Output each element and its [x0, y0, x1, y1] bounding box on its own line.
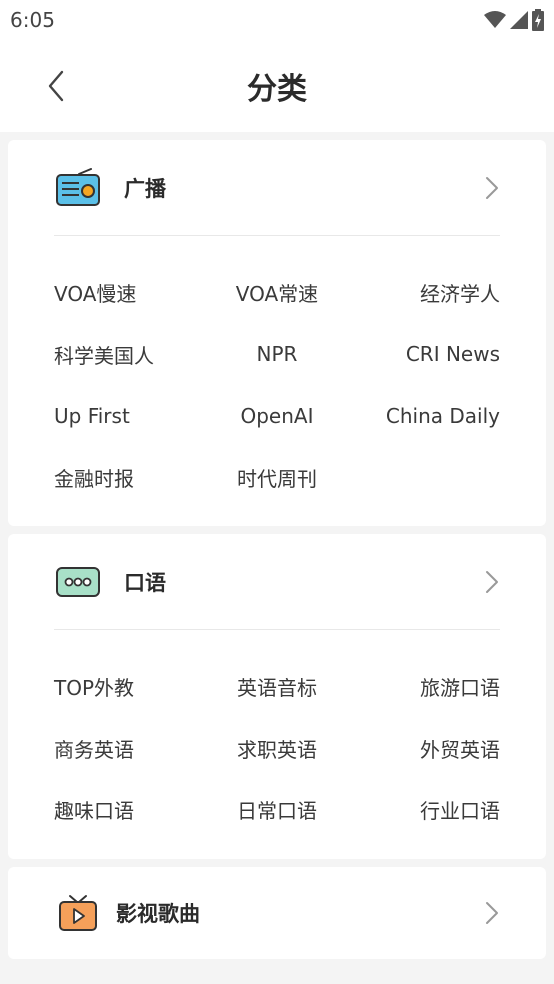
category-card-broadcast: 广播 VOA慢速 VOA常速 经济学人 科学美国人 NPR CRI News U… — [8, 140, 546, 526]
category-item[interactable]: 时代周刊 — [203, 447, 352, 509]
category-item[interactable]: 经济学人 — [351, 262, 500, 324]
category-item[interactable]: China Daily — [351, 385, 500, 447]
back-button[interactable] — [36, 64, 76, 108]
nav-bar: 分类 — [0, 40, 554, 132]
category-item[interactable]: 旅游口语 — [351, 656, 500, 718]
category-header-broadcast[interactable]: 广播 — [54, 140, 500, 236]
category-item[interactable]: OpenAI — [203, 385, 352, 447]
chevron-right-icon — [486, 177, 498, 199]
category-item[interactable]: 商务英语 — [54, 718, 203, 780]
status-bar: 6:05 — [0, 0, 554, 40]
page-title: 分类 — [247, 72, 307, 107]
chevron-left-icon — [48, 70, 64, 102]
chevron-right-icon — [486, 571, 498, 593]
tv-play-icon — [54, 889, 102, 937]
category-header-speaking[interactable]: 口语 — [54, 534, 500, 630]
category-item[interactable]: VOA常速 — [203, 262, 352, 324]
category-items: VOA慢速 VOA常速 经济学人 科学美国人 NPR CRI News Up F… — [54, 236, 500, 526]
battery-icon — [532, 9, 544, 31]
category-card-speaking: 口语 TOP外教 英语音标 旅游口语 商务英语 求职英语 外贸英语 趣味口语 日… — [8, 534, 546, 859]
category-item[interactable]: 外贸英语 — [351, 718, 500, 780]
status-time: 6:05 — [10, 8, 55, 32]
wifi-icon — [484, 11, 506, 28]
category-item[interactable]: 求职英语 — [203, 718, 352, 780]
category-list: 广播 VOA慢速 VOA常速 经济学人 科学美国人 NPR CRI News U… — [0, 132, 554, 959]
speech-bubble-icon — [54, 558, 102, 606]
category-item[interactable]: CRI News — [351, 324, 500, 386]
category-item[interactable]: Up First — [54, 385, 203, 447]
category-item[interactable]: 金融时报 — [54, 447, 203, 509]
category-title: 口语 — [124, 570, 166, 595]
category-item[interactable]: TOP外教 — [54, 656, 203, 718]
category-item[interactable]: 行业口语 — [351, 779, 500, 841]
category-header-film-songs[interactable]: 影视歌曲 — [54, 867, 500, 959]
category-item[interactable]: 英语音标 — [203, 656, 352, 718]
category-item[interactable]: NPR — [203, 324, 352, 386]
category-card-film-songs: 影视歌曲 — [8, 866, 546, 959]
category-title: 影视歌曲 — [116, 901, 200, 926]
category-item[interactable]: VOA慢速 — [54, 262, 203, 324]
category-items: TOP外教 英语音标 旅游口语 商务英语 求职英语 外贸英语 趣味口语 日常口语… — [54, 630, 500, 859]
category-title: 广播 — [124, 176, 166, 201]
status-icons — [484, 9, 544, 31]
signal-icon — [510, 11, 528, 29]
chevron-right-icon — [486, 901, 498, 924]
category-item[interactable]: 科学美国人 — [54, 324, 203, 386]
category-item[interactable]: 趣味口语 — [54, 779, 203, 841]
category-item[interactable]: 日常口语 — [203, 779, 352, 841]
radio-icon — [54, 164, 102, 212]
